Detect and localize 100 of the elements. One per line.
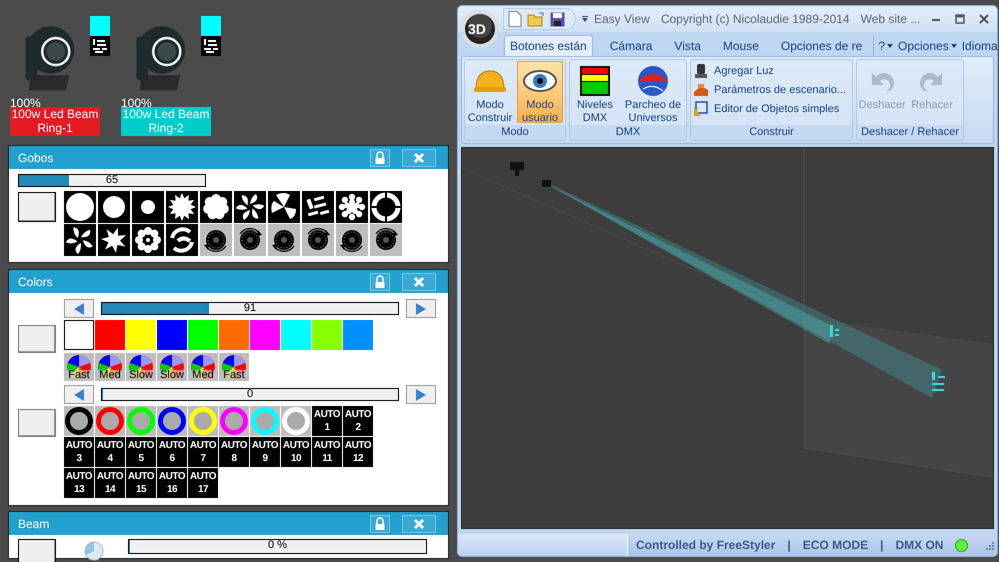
cube-icon [693,101,709,117]
gobo-button[interactable] [200,224,232,256]
color-swatch[interactable] [64,320,94,350]
lock-icon[interactable] [370,514,390,532]
ribbon-tab[interactable]: Opciones de re [776,36,868,56]
gobo-button[interactable] [98,191,130,223]
color-swatch[interactable] [281,320,311,350]
auto-button[interactable]: AUTO 17 [188,468,218,498]
auto-button[interactable]: AUTO 3 [64,437,94,467]
color-swatch[interactable] [312,320,342,350]
gobo-button[interactable] [268,191,300,223]
gobo-button[interactable] [132,191,164,223]
gobo-button[interactable] [370,191,402,223]
ribbon-tab[interactable]: Cámara [604,36,658,56]
open-folder-icon[interactable] [527,11,545,27]
maximize-icon[interactable] [955,14,965,24]
menu-button[interactable]: Idioma [962,36,999,56]
auto-button[interactable]: AUTO 9 [250,437,280,467]
lock-icon[interactable] [370,148,390,166]
save-icon[interactable] [550,12,565,26]
color-swatch[interactable] [126,320,156,350]
previous-button[interactable] [64,385,94,404]
app-logo-icon[interactable] [460,9,500,49]
color-swatch[interactable] [157,320,187,350]
gobo-button[interactable] [336,224,368,256]
speed-button[interactable]: Med [95,353,125,381]
gobo-button[interactable] [166,224,198,256]
close-button[interactable] [402,272,436,290]
speed-button[interactable]: Fast [219,353,249,381]
speed-button[interactable]: Slow [126,353,156,381]
ribbon-button[interactable]: Parámetros de escenario... [693,82,846,98]
auto-button[interactable]: AUTO 4 [95,437,125,467]
gobo-icon [200,191,232,223]
auto-button[interactable]: AUTO 12 [343,437,373,467]
gobo-button[interactable] [302,224,334,256]
ribbon-tab[interactable]: Vista [669,36,706,56]
close-icon[interactable] [979,14,989,24]
auto-button[interactable]: AUTO 5 [126,437,156,467]
blank-button[interactable] [18,192,56,222]
gobo-button[interactable] [64,191,96,223]
ribbon-tab[interactable]: Botones están [504,35,593,56]
ribbon-button[interactable]: Modo Construir [467,61,513,123]
auto-button[interactable]: AUTO 6 [157,437,187,467]
gobo-button[interactable] [166,191,198,223]
gobo-icon [201,36,221,56]
slider-track[interactable]: 91 [101,302,399,315]
group-label: Deshacer / Rehacer [857,125,963,140]
speed-button[interactable]: Slow [157,353,187,381]
resize-grip-icon[interactable] [984,540,994,550]
color-swatch[interactable] [219,320,249,350]
color-swatch[interactable] [343,320,373,350]
ribbon-button[interactable]: Agregar Luz [693,63,846,79]
menu-button[interactable]: ? [878,36,893,56]
ribbon-button[interactable]: Parcheo de Universos [622,61,684,123]
auto-button[interactable]: AUTO 2 [343,406,373,436]
next-button[interactable] [406,385,436,404]
gobo-button[interactable] [132,224,164,256]
auto-button[interactable]: AUTO 13 [64,468,94,498]
slider-track[interactable]: 0 % [128,539,427,554]
new-file-icon[interactable] [508,11,522,27]
slider-track[interactable]: 0 [101,388,399,401]
ribbon-button[interactable]: Editor de Objetos simples [693,101,846,117]
pie-icon [84,541,104,561]
gobo-button[interactable] [234,191,266,223]
slider-track[interactable]: 65 [18,174,206,187]
rotation-icon [370,224,402,256]
next-button[interactable] [406,299,436,318]
color-swatch[interactable] [95,320,125,350]
menu-button[interactable]: Opciones [898,36,957,56]
auto-button[interactable]: AUTO 15 [126,468,156,498]
auto-button[interactable]: AUTO 10 [281,437,311,467]
left-triangle-icon [73,388,85,400]
auto-button[interactable]: AUTO 16 [157,468,187,498]
auto-button[interactable]: AUTO 1 [312,406,342,436]
ribbon-button[interactable]: Modo usuario [517,61,563,123]
gobo-button[interactable] [268,224,300,256]
fixture-name[interactable]: 100w Led Beam Ring-1 [10,107,100,136]
gobo-button[interactable] [234,224,266,256]
gobo-button[interactable] [64,224,96,256]
gobo-button[interactable] [336,191,368,223]
auto-button[interactable]: AUTO 14 [95,468,125,498]
gobo-button[interactable] [200,191,232,223]
lock-icon[interactable] [370,272,390,290]
gobo-button[interactable] [98,224,130,256]
speed-button[interactable]: Fast [64,353,94,381]
close-button[interactable] [402,148,436,166]
dropdown-caret-icon[interactable] [581,15,589,23]
speed-button[interactable]: Med [188,353,218,381]
gobo-button[interactable] [370,224,402,256]
previous-button[interactable] [64,299,94,318]
ribbon-button[interactable]: Niveles DMX [572,61,618,123]
ribbon-tab[interactable]: Mouse [718,36,764,56]
close-button[interactable] [402,514,436,532]
color-swatch[interactable] [250,320,280,350]
auto-button[interactable]: AUTO 11 [312,437,342,467]
gobo-button[interactable] [302,191,334,223]
auto-button[interactable]: AUTO 8 [219,437,249,467]
color-swatch[interactable] [188,320,218,350]
blank-button[interactable] [18,539,56,562]
auto-button[interactable]: AUTO 7 [188,437,218,467]
